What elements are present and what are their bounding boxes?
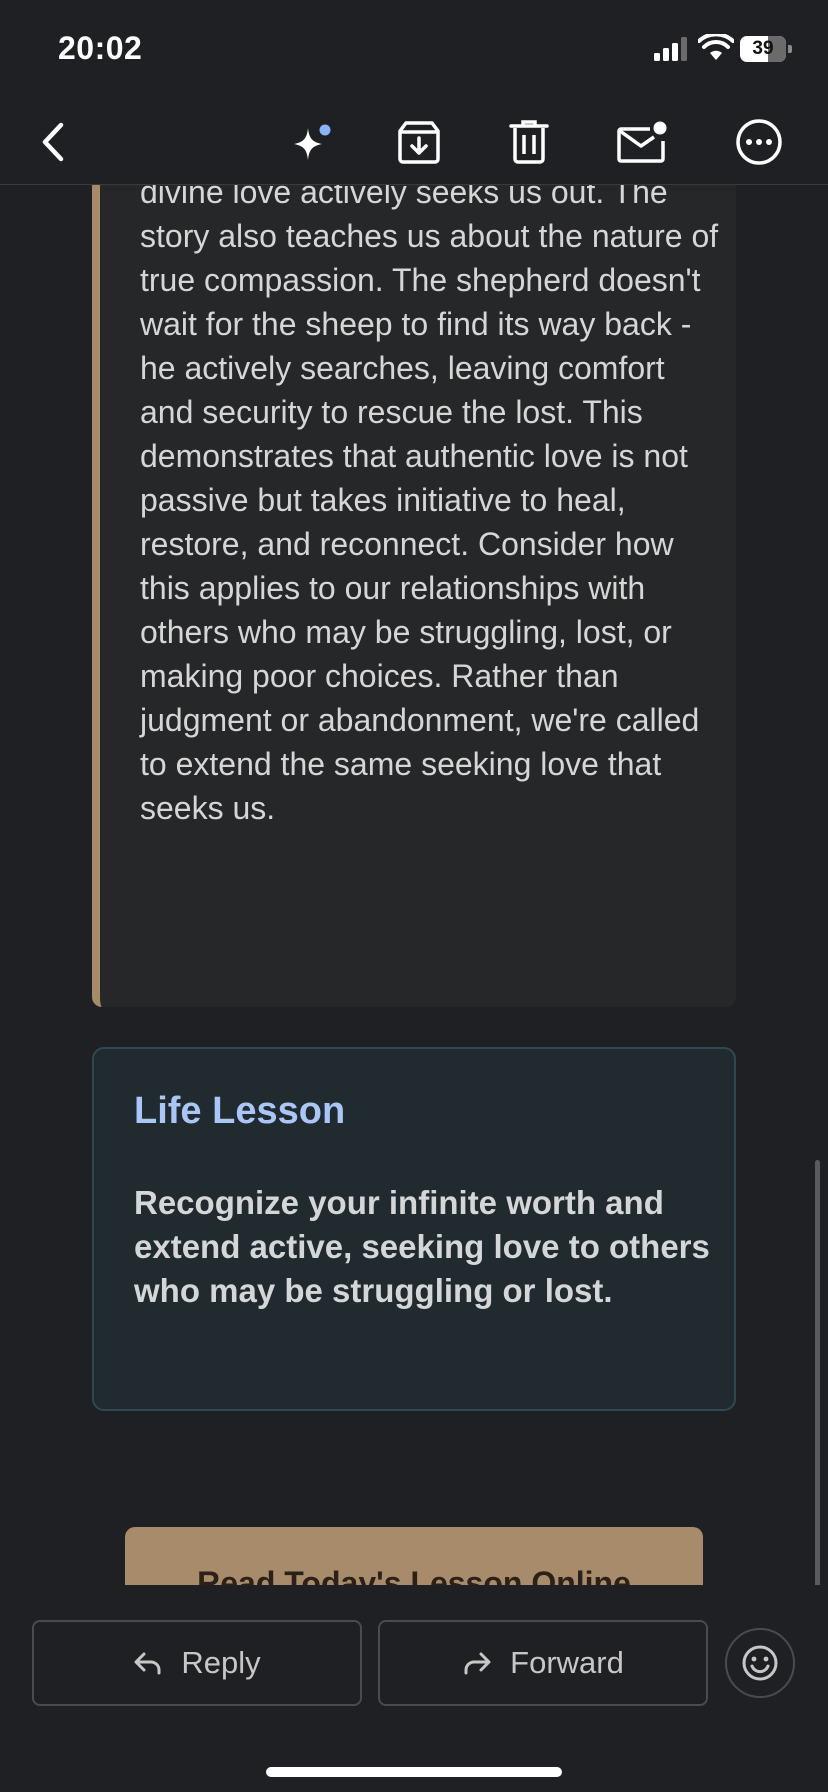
gemini-button[interactable] bbox=[286, 116, 338, 168]
battery-level: 39 bbox=[752, 38, 774, 59]
wifi-icon bbox=[698, 34, 734, 60]
archive-button[interactable] bbox=[393, 116, 445, 168]
home-indicator[interactable] bbox=[266, 1767, 562, 1777]
read-online-label: Read Today's Lesson Online bbox=[197, 1565, 631, 1585]
status-bar: 20:02 39 bbox=[0, 0, 828, 100]
more-horizontal-icon bbox=[736, 119, 782, 165]
trash-icon bbox=[509, 120, 549, 164]
emoji-smile-icon bbox=[742, 1645, 778, 1681]
message-toolbar bbox=[0, 100, 828, 185]
forward-button[interactable]: Forward bbox=[378, 1620, 708, 1706]
delete-button[interactable] bbox=[503, 116, 555, 168]
reply-button[interactable]: Reply bbox=[32, 1620, 362, 1706]
forward-arrow-icon bbox=[464, 1652, 491, 1675]
emoji-reaction-button[interactable] bbox=[725, 1628, 795, 1698]
back-button[interactable] bbox=[26, 116, 78, 168]
scrollbar[interactable] bbox=[815, 1160, 820, 1597]
reply-bar: Reply Forward bbox=[0, 1585, 828, 1792]
battery-icon: 39 bbox=[740, 36, 792, 62]
reflection-text: divine love actively seeks us out. The s… bbox=[140, 185, 719, 826]
reply-arrow-icon bbox=[134, 1652, 161, 1675]
reply-label: Reply bbox=[181, 1645, 261, 1680]
more-options-button[interactable] bbox=[733, 116, 785, 168]
life-lesson-text: Recognize your infinite worth and extend… bbox=[134, 1184, 710, 1309]
mark-unread-button[interactable] bbox=[616, 116, 668, 168]
cellular-signal-icon bbox=[654, 37, 687, 61]
message-body[interactable]: divine love actively seeks us out. The s… bbox=[0, 185, 828, 1585]
sparkle-icon bbox=[294, 124, 331, 160]
life-lesson-title: Life Lesson bbox=[134, 1090, 346, 1132]
status-time: 20:02 bbox=[58, 30, 143, 66]
mail-unread-icon bbox=[617, 121, 667, 163]
read-online-button[interactable]: Read Today's Lesson Online bbox=[125, 1527, 703, 1585]
archive-icon bbox=[398, 121, 440, 164]
forward-label: Forward bbox=[510, 1645, 624, 1680]
back-arrow-icon bbox=[42, 122, 64, 162]
